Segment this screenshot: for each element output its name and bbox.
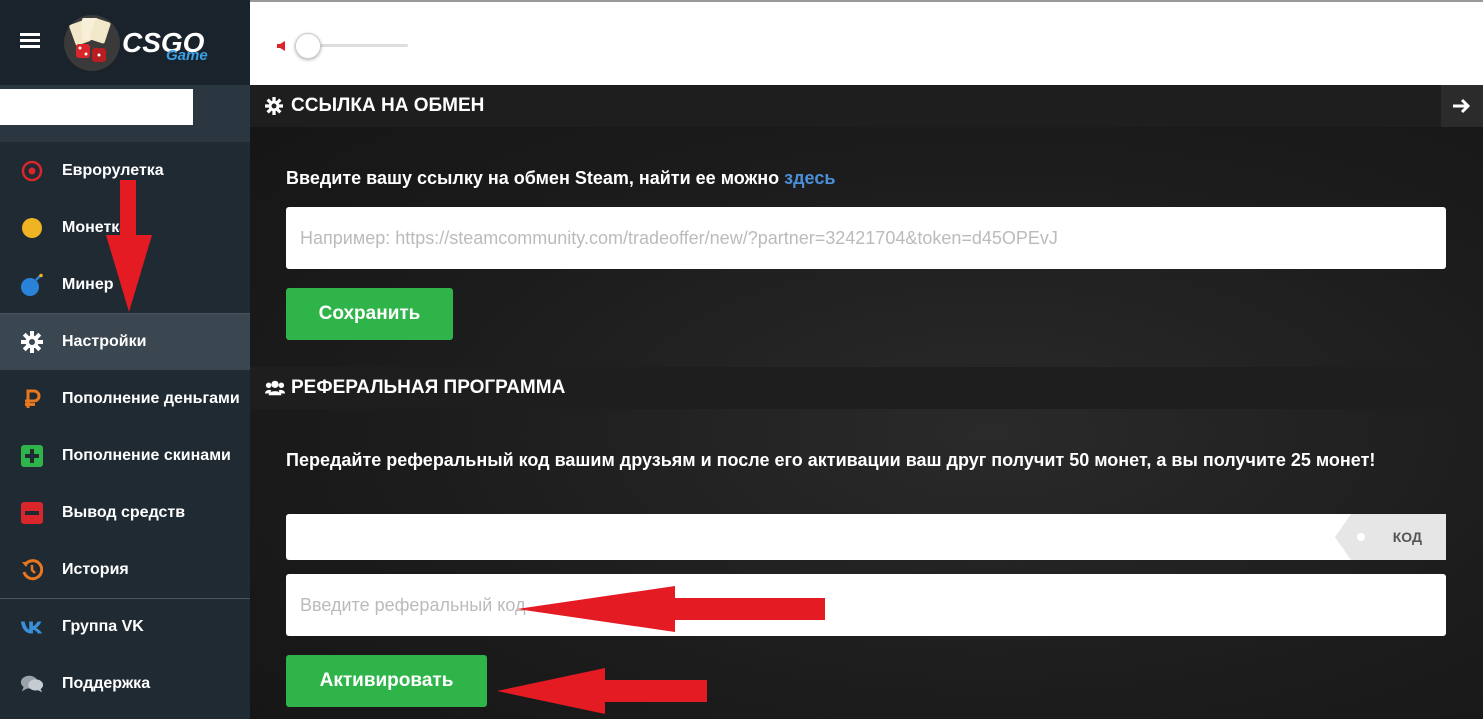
sidebar-search-input[interactable] xyxy=(0,89,193,125)
trade-link-label: Введите вашу ссылку на обмен Steam, найт… xyxy=(286,166,835,191)
plus-icon xyxy=(20,444,44,468)
sidebar-item-roulette[interactable]: Еврорулетка xyxy=(0,142,250,199)
sidebar-item-deposit-money[interactable]: Пополнение деньгами xyxy=(0,370,250,427)
vk-icon xyxy=(20,615,44,639)
trade-link-here-link[interactable]: здесь xyxy=(784,168,835,188)
sidebar-menu: Еврорулетка Монетка Минер Настройки Попо… xyxy=(0,142,250,712)
sidebar-item-label: Минер xyxy=(62,275,114,293)
sidebar-item-vk-group[interactable]: Группа VK xyxy=(0,598,250,655)
sidebar-item-history[interactable]: История xyxy=(0,541,250,598)
sidebar-item-deposit-skins[interactable]: Пополнение скинами xyxy=(0,427,250,484)
sidebar-item-label: Вывод средств xyxy=(62,503,186,521)
referral-header: РЕФЕРАЛЬНАЯ ПРОГРАММА xyxy=(250,367,1483,409)
main-content: ССЫЛКА НА ОБМЕН Введите вашу ссылку на о… xyxy=(250,85,1483,719)
activate-button[interactable]: Активировать xyxy=(286,655,487,707)
gear-icon xyxy=(265,96,285,116)
logout-arrow-button[interactable] xyxy=(1441,85,1483,127)
trade-link-label-text: Введите вашу ссылку на обмен Steam, найт… xyxy=(286,168,785,188)
sidebar-search-area xyxy=(0,85,250,142)
history-icon xyxy=(20,558,44,582)
code-tag-label: КОД xyxy=(1392,529,1422,545)
top-bar xyxy=(250,0,1483,85)
trade-link-input[interactable] xyxy=(286,207,1446,269)
referral-code-input[interactable] xyxy=(286,574,1446,636)
ruble-icon xyxy=(20,387,44,411)
tag-hole-icon xyxy=(1357,533,1365,541)
volume-icon[interactable] xyxy=(277,41,287,51)
target-icon xyxy=(20,159,44,183)
gear-icon xyxy=(20,330,44,354)
referral-code-display[interactable]: КОД xyxy=(286,514,1446,560)
section-title: РЕФЕРАЛЬНАЯ ПРОГРАММА xyxy=(291,377,566,398)
coin-icon xyxy=(20,216,44,240)
code-tag: КОД xyxy=(1335,514,1446,560)
sidebar-item-label: Настройки xyxy=(62,333,147,350)
sidebar-item-label: История xyxy=(62,560,129,578)
sidebar-header: CSGO Game xyxy=(0,0,250,85)
menu-icon[interactable] xyxy=(20,33,40,49)
section-title: ССЫЛКА НА ОБМЕН xyxy=(291,95,485,116)
arrow-right-icon xyxy=(1453,98,1471,114)
chat-icon xyxy=(20,672,44,696)
logo-sub: Game xyxy=(166,47,208,64)
sidebar-item-miner[interactable]: Минер xyxy=(0,256,250,313)
bomb-icon xyxy=(20,273,44,297)
sidebar-item-withdraw[interactable]: Вывод средств xyxy=(0,484,250,541)
site-logo[interactable]: CSGO Game xyxy=(62,10,227,76)
sidebar-item-label: Пополнение скинами xyxy=(62,446,231,464)
sidebar: CSGO Game Еврорулетка Монетка Минер Наст… xyxy=(0,0,250,719)
sidebar-item-label: Поддержка xyxy=(62,674,151,692)
sidebar-item-support[interactable]: Поддержка xyxy=(0,655,250,712)
volume-slider-handle[interactable] xyxy=(295,33,321,59)
sidebar-item-coinflip[interactable]: Монетка xyxy=(0,199,250,256)
sidebar-item-label: Группа VK xyxy=(62,618,144,635)
referral-description: Передайте реферальный код вашим друзьям … xyxy=(286,450,1376,470)
minus-icon xyxy=(20,501,44,525)
trade-link-header: ССЫЛКА НА ОБМЕН xyxy=(250,85,1483,127)
sidebar-item-label: Еврорулетка xyxy=(62,161,164,179)
save-button[interactable]: Сохранить xyxy=(286,288,453,340)
sidebar-item-label: Монетка xyxy=(62,218,129,236)
sidebar-item-label: Пополнение деньгами xyxy=(62,389,240,407)
users-icon xyxy=(265,378,285,398)
sidebar-item-settings[interactable]: Настройки xyxy=(0,313,250,370)
